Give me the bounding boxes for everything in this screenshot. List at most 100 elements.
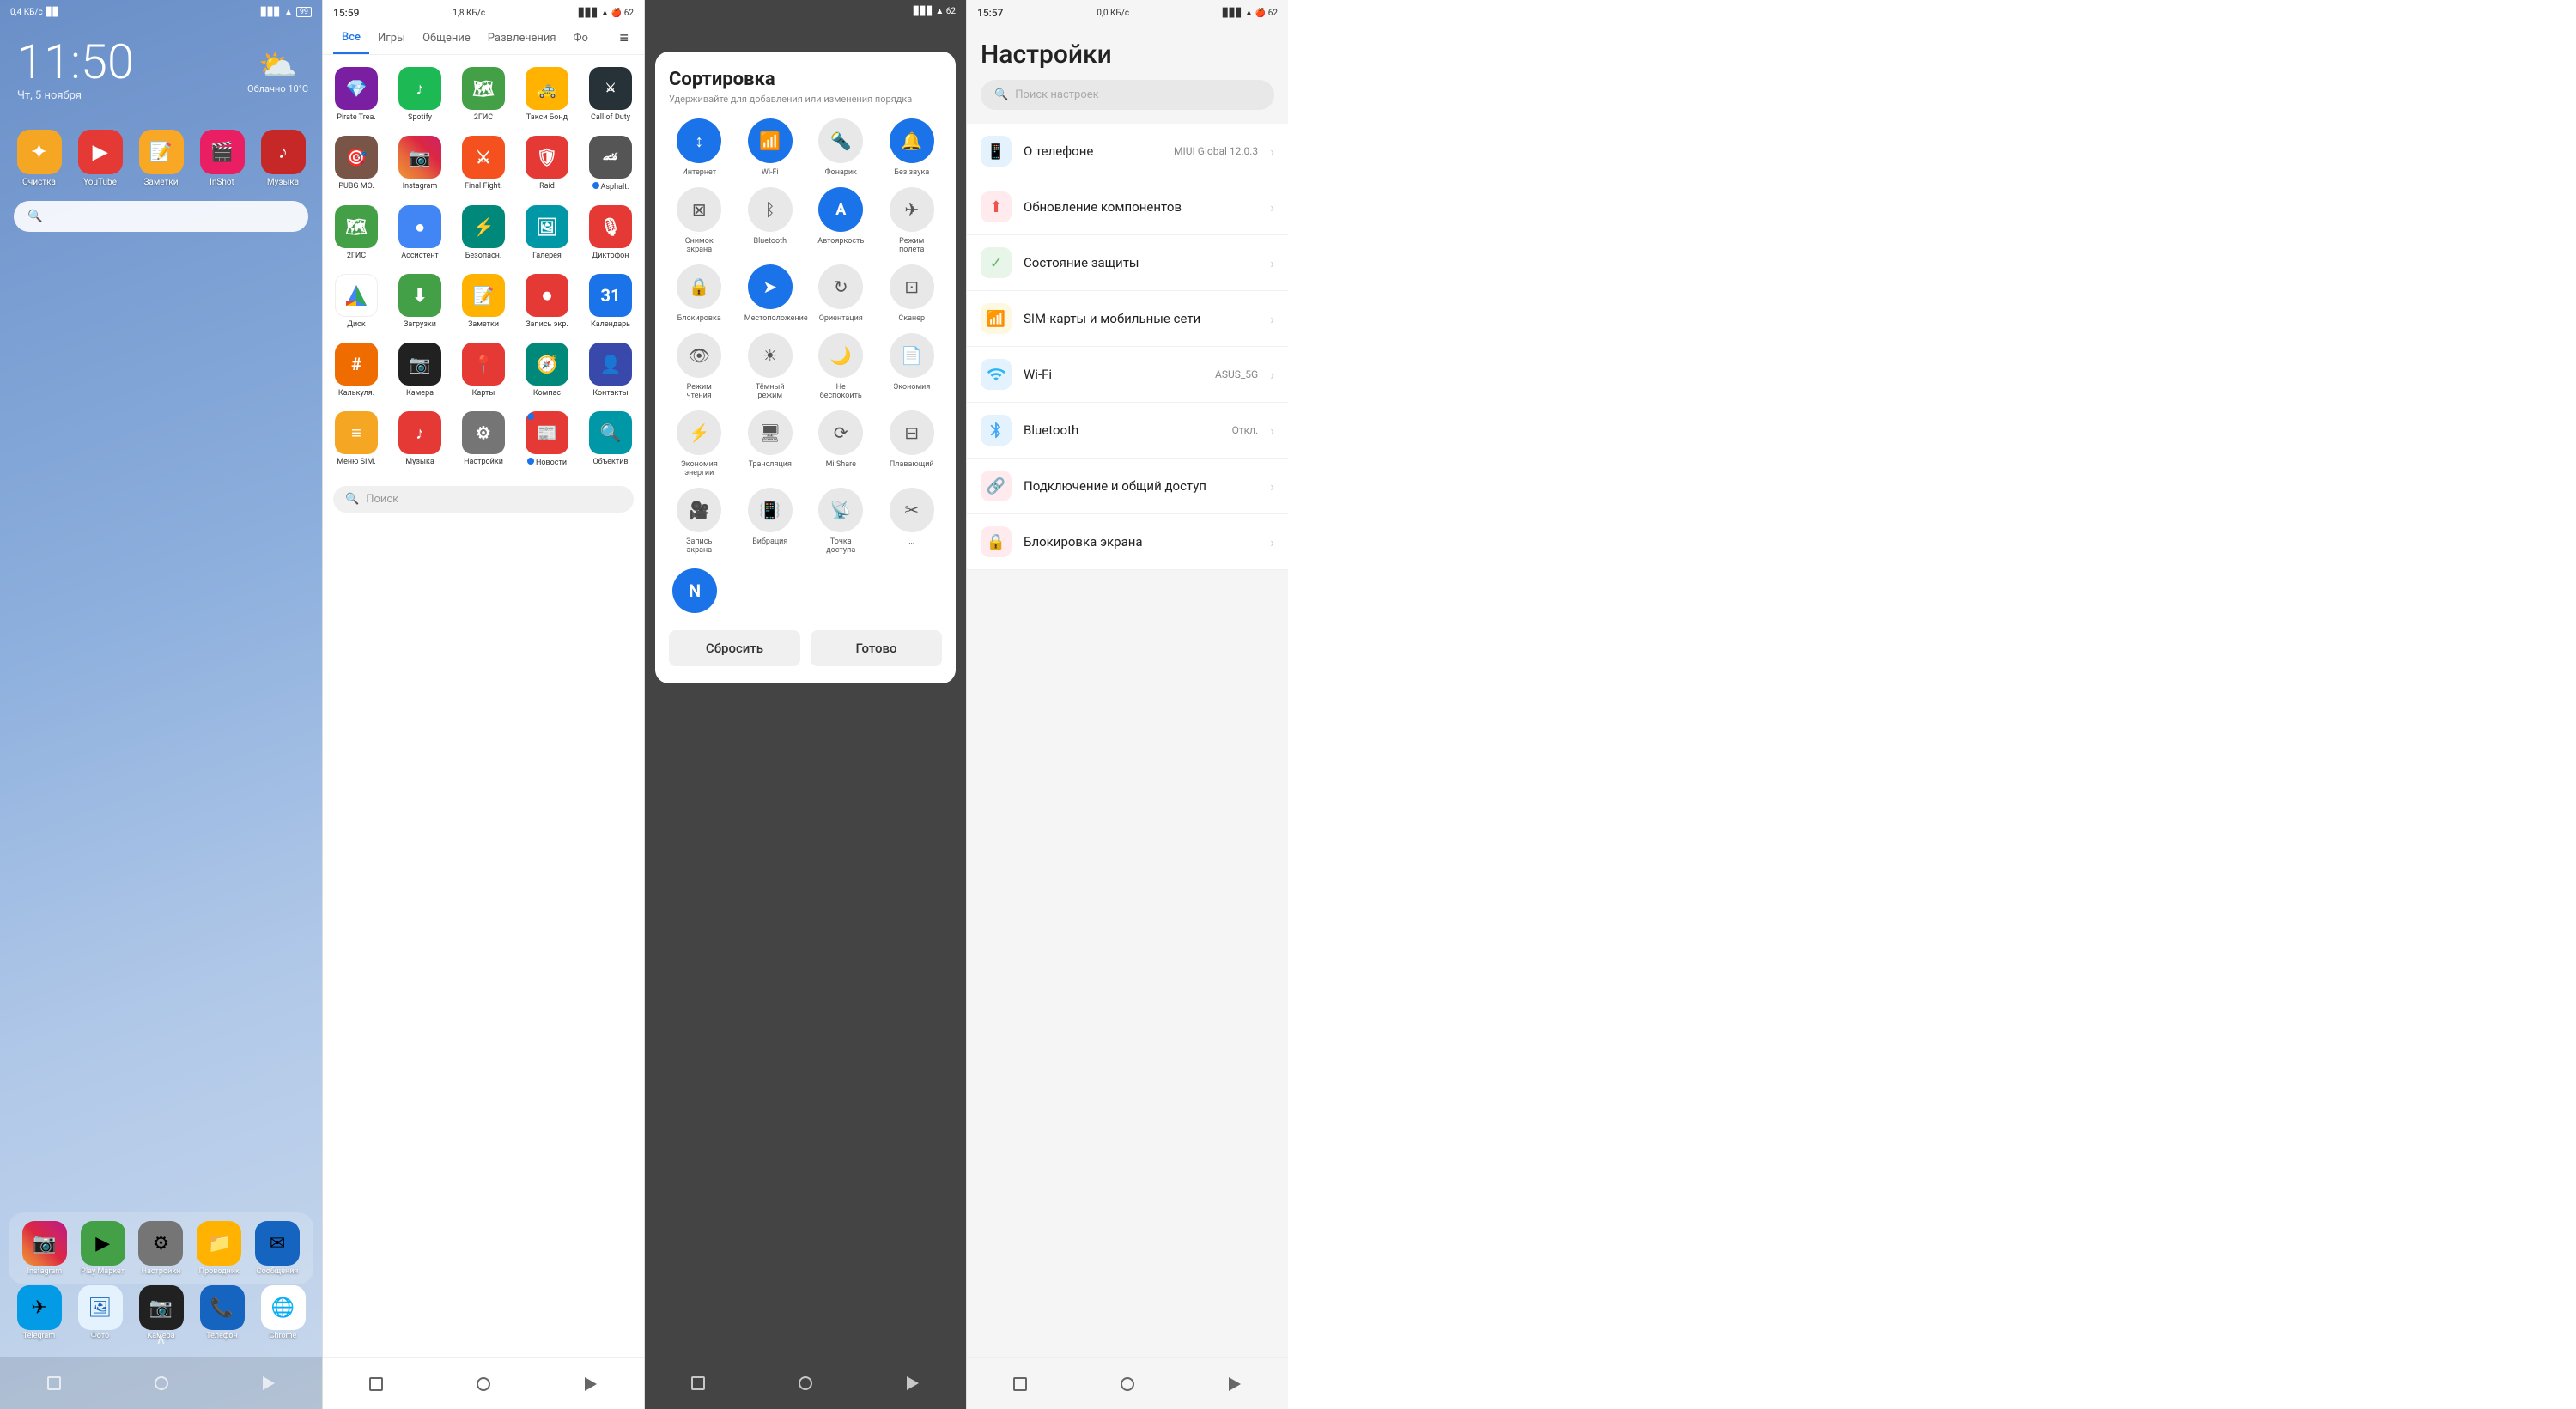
nav-back-button[interactable] xyxy=(37,1366,71,1400)
bottom-item-telegram[interactable]: ✈ Telegram xyxy=(17,1285,62,1340)
list-item[interactable]: 🗺 2ГИС xyxy=(326,200,386,265)
list-item[interactable]: ⬇ Загрузки xyxy=(390,269,450,334)
settings-item-security[interactable]: ✓ Состояние защиты › xyxy=(967,235,1288,291)
list-item[interactable]: ● Ассистент xyxy=(390,200,450,265)
app-item-notes[interactable]: 📝 Заметки xyxy=(136,130,187,187)
nav-back-button-3[interactable] xyxy=(681,1366,715,1400)
nav-recent-button[interactable] xyxy=(252,1366,286,1400)
list-item[interactable]: 🚕 Такси Бонд xyxy=(517,62,577,127)
tile-scanner[interactable]: ⊡ Сканер xyxy=(882,264,943,323)
list-item[interactable]: 📝 Заметки xyxy=(453,269,513,334)
list-item[interactable]: 🖼 Галерея xyxy=(517,200,577,265)
tile-screenrec[interactable]: 🎥 Запись экрана xyxy=(669,488,730,555)
tile-rotate[interactable]: ↻ Ориентация xyxy=(811,264,872,323)
app-item-inshot[interactable]: 🎬 InShot xyxy=(197,130,248,187)
nav-back-button-2[interactable] xyxy=(359,1367,393,1401)
list-item[interactable]: ⚙ Настройки xyxy=(453,406,513,472)
nav-home-button-3[interactable] xyxy=(788,1366,823,1400)
list-item[interactable]: 📷 Instagram xyxy=(390,131,450,197)
tab-games[interactable]: Игры xyxy=(369,23,414,53)
list-item[interactable]: 🏎 Asphalt. xyxy=(580,131,641,197)
tile-dnd[interactable]: 🌙 Не беспокоить xyxy=(811,333,872,400)
list-item[interactable]: ⚔ Call of Duty xyxy=(580,62,641,127)
dock-item-messages[interactable]: ✉ Сообщения xyxy=(255,1221,300,1276)
tile-lock[interactable]: 🔒 Блокировка xyxy=(669,264,730,323)
list-item[interactable]: 📍 Карты xyxy=(453,337,513,403)
nav-recent-button-3[interactable] xyxy=(896,1366,930,1400)
list-item[interactable]: ♪ Музыка xyxy=(390,406,450,472)
tile-reading[interactable]: 👁 Режим чтения xyxy=(669,333,730,400)
tab-photo[interactable]: Фо xyxy=(565,23,597,53)
list-item[interactable]: ≡ Меню SIM. xyxy=(326,406,386,472)
list-item[interactable]: ⏺ Запись экр. xyxy=(517,269,577,334)
settings-item-connection[interactable]: 🔗 Подключение и общий доступ › xyxy=(967,459,1288,514)
settings-item-update[interactable]: ⬆ Обновление компонентов › xyxy=(967,179,1288,235)
settings-search[interactable]: 🔍 Поиск настроек xyxy=(981,80,1274,110)
settings-item-wifi[interactable]: Wi-Fi ASUS_5G › xyxy=(967,347,1288,403)
nav-recent-button-2[interactable] xyxy=(574,1367,608,1401)
tile-airplane[interactable]: ✈ Режим полета xyxy=(882,187,943,254)
list-item[interactable]: 31 Календарь xyxy=(580,269,641,334)
tile-screenshot[interactable]: ⊠ Снимок экрана xyxy=(669,187,730,254)
app-item-ochistka[interactable]: ✦ Очистка xyxy=(14,130,65,187)
settings-item-lockscreen[interactable]: 🔒 Блокировка экрана › xyxy=(967,514,1288,570)
tab-entertainment[interactable]: Развлечения xyxy=(479,23,565,53)
tile-cast[interactable]: 🖥 Трансляция xyxy=(740,410,801,477)
nav-recent-button-4[interactable] xyxy=(1218,1367,1252,1401)
tile-mishare[interactable]: ⟳ Mi Share xyxy=(811,410,872,477)
tile-bluetooth[interactable]: ᛒ Bluetooth xyxy=(740,187,801,254)
tile-brightness[interactable]: A Автояркость xyxy=(811,187,872,254)
list-item[interactable]: 🎯 PUBG MO. xyxy=(326,131,386,197)
list-item[interactable]: ⚔ Final Fight. xyxy=(453,131,513,197)
tab-communication[interactable]: Общение xyxy=(414,23,479,53)
list-item[interactable]: ♪ Spotify xyxy=(390,62,450,127)
list-item[interactable]: 🎙 Диктофон xyxy=(580,200,641,265)
bottom-item-photos[interactable]: 🖼 Фото xyxy=(78,1285,123,1340)
tile-vibrate[interactable]: 📳 Вибрация xyxy=(740,488,801,555)
list-item[interactable]: 📰 Новости xyxy=(517,406,577,472)
dock-item-instagram[interactable]: 📷 Instagram xyxy=(22,1221,67,1276)
search-bar-2[interactable]: 🔍 Поиск xyxy=(333,486,634,513)
app-item-music[interactable]: ♪ Музыка xyxy=(258,130,309,187)
tab-all[interactable]: Все xyxy=(333,22,369,54)
tile-economy[interactable]: 📄 Экономия xyxy=(882,333,943,400)
list-item[interactable]: 🛡 Raid xyxy=(517,131,577,197)
list-item[interactable]: ⚡ Безопасн. xyxy=(453,200,513,265)
list-item[interactable]: 🧭 Компас xyxy=(517,337,577,403)
bottom-item-phone[interactable]: 📞 Телефон xyxy=(200,1285,245,1340)
dock-item-files[interactable]: 📁 Проводник xyxy=(197,1221,241,1276)
list-item[interactable]: 💎 Pirate Trea. xyxy=(326,62,386,127)
tile-nfc[interactable]: N xyxy=(672,568,717,613)
dock-item-settings[interactable]: ⚙ Настройки xyxy=(138,1221,183,1276)
app-item-youtube[interactable]: ▶ YouTube xyxy=(75,130,126,187)
settings-item-about[interactable]: 📱 О телефоне MIUI Global 12.0.3 › xyxy=(967,124,1288,179)
tile-powersave[interactable]: ⚡ Экономия энергии xyxy=(669,410,730,477)
search-bar[interactable]: 🔍 xyxy=(14,201,308,232)
up-arrow[interactable]: ∧ xyxy=(156,1331,167,1347)
dock-item-playmarket[interactable]: ▶ Play Маркет xyxy=(81,1221,125,1276)
tile-internet[interactable]: ↕ Интернет xyxy=(669,118,730,177)
tile-wifi[interactable]: 📶 Wi-Fi xyxy=(740,118,801,177)
tile-dark[interactable]: ☀ Тёмный режим xyxy=(740,333,801,400)
list-item[interactable]: Диск xyxy=(326,269,386,334)
tile-mute[interactable]: 🔔 Без звука xyxy=(882,118,943,177)
tile-hotspot[interactable]: 📡 Точка доступа xyxy=(811,488,872,555)
list-item[interactable]: 🔍 Объектив xyxy=(580,406,641,472)
nav-home-button-2[interactable] xyxy=(466,1367,501,1401)
done-button[interactable]: Готово xyxy=(811,630,942,666)
tab-menu-icon[interactable]: ≡ xyxy=(614,24,634,52)
list-item[interactable]: 📷 Камера xyxy=(390,337,450,403)
nav-home-button[interactable] xyxy=(144,1366,179,1400)
tile-float[interactable]: ⊟ Плавающий xyxy=(882,410,943,477)
nav-home-button-4[interactable] xyxy=(1110,1367,1145,1401)
tile-flashlight[interactable]: 🔦 Фонарик xyxy=(811,118,872,177)
tile-location[interactable]: ➤ Местоположение xyxy=(740,264,801,323)
list-item[interactable]: # Калькуля. xyxy=(326,337,386,403)
reset-button[interactable]: Сбросить xyxy=(669,630,800,666)
list-item[interactable]: 👤 Контакты xyxy=(580,337,641,403)
settings-item-sim[interactable]: 📶 SIM-карты и мобильные сети › xyxy=(967,291,1288,347)
bottom-item-chrome[interactable]: 🌐 Chrome xyxy=(261,1285,306,1340)
settings-item-bluetooth[interactable]: Bluetooth Откл. › xyxy=(967,403,1288,459)
list-item[interactable]: 🗺 2ГИС xyxy=(453,62,513,127)
tile-misc[interactable]: ✂ ... xyxy=(882,488,943,555)
